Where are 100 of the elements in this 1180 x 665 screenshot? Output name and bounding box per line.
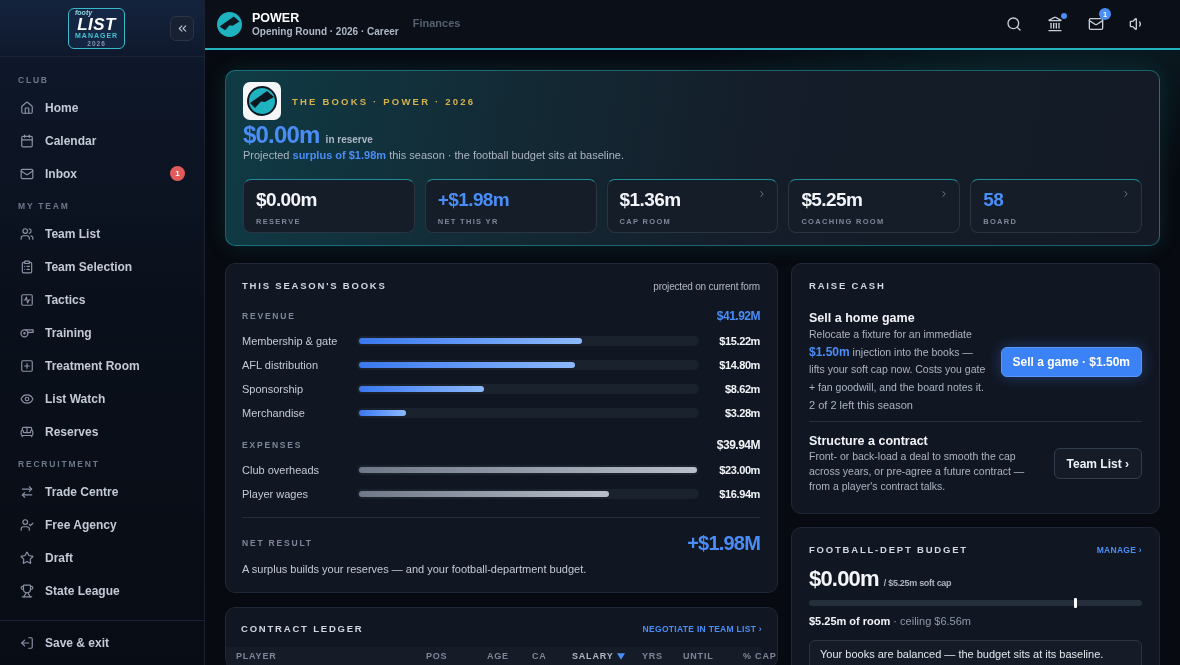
plus-icon xyxy=(20,358,34,373)
books-summary-text: Projected surplus of $1.98m this season · the football budget sits at baseline. xyxy=(243,148,625,162)
group-title: EXPENSES xyxy=(242,440,303,450)
panel-title: RAISE CASH xyxy=(809,280,886,292)
save-exit-item[interactable]: Save & exit xyxy=(0,620,204,665)
user-check-icon xyxy=(20,517,34,532)
nav-item[interactable]: Reserves xyxy=(0,415,204,448)
line-item-label: Membership & gate xyxy=(242,335,339,347)
sort-down-icon xyxy=(617,652,626,660)
line-item-value: $8.62m xyxy=(724,383,760,395)
line-item-label: Club overheads xyxy=(242,464,321,476)
line-item-label: Sponsorship xyxy=(242,383,305,395)
nav-item[interactable]: List Watch xyxy=(0,382,204,415)
column-header[interactable]: PLAYER xyxy=(236,651,277,661)
search-button[interactable] xyxy=(1006,16,1022,32)
column-header[interactable]: % CAP xyxy=(743,651,777,661)
line-item-label: Player wages xyxy=(242,488,310,500)
nav-item-label: Home xyxy=(45,100,79,115)
panel-title: THIS SEASON'S BOOKS xyxy=(242,280,387,292)
line-item-value: $14.80m xyxy=(718,359,760,371)
negotiate-link[interactable]: NEGOTIATE IN TEAM LIST › xyxy=(642,624,762,634)
nav-item[interactable]: Training xyxy=(0,316,204,349)
sell-game-button[interactable]: Sell a game · $1.50m xyxy=(1000,346,1142,377)
budget-amount: $0.00m xyxy=(809,565,879,593)
stat-value: 58 xyxy=(983,189,1005,211)
eye-icon xyxy=(20,391,34,406)
column-header[interactable]: YRS xyxy=(642,651,663,661)
nav-item[interactable]: Trade Centre xyxy=(0,475,204,508)
logo-wordmark: LIST xyxy=(77,16,116,32)
panel-title: FOOTBALL-DEPT BUDGET xyxy=(809,544,968,556)
group-total: $41.92M xyxy=(716,309,760,323)
panel-note: projected on current form xyxy=(653,280,760,292)
nav-item-label: Tactics xyxy=(45,292,86,307)
line-item-value: $16.94m xyxy=(718,488,760,500)
books-footnote: A surplus builds your reserves — and your football-department budget. xyxy=(242,563,588,576)
team-list-button[interactable]: Team List › xyxy=(1053,448,1142,479)
club-logo-tile xyxy=(243,82,281,120)
reserve-amount: $0.00m xyxy=(243,122,320,148)
nav-item-label: List Watch xyxy=(45,391,106,406)
envelope-icon xyxy=(1088,16,1104,32)
nav-item[interactable]: Draft xyxy=(0,541,204,574)
nav-item-label: Team List xyxy=(45,226,101,241)
nav-item[interactable]: Treatment Room xyxy=(0,349,204,382)
collapse-sidebar-button[interactable] xyxy=(170,15,194,41)
nav-item[interactable]: State League xyxy=(0,574,204,607)
season-subtitle: Opening Round · 2026 · Career xyxy=(252,24,399,38)
search-icon xyxy=(1006,16,1022,32)
nav-item-label: Training xyxy=(45,325,92,340)
option-description: Front- or back-load a deal to smooth the cap across years, or pre-agree a future contract — from a player's contract talks. xyxy=(809,449,1026,494)
nav-item[interactable]: Tactics xyxy=(0,283,204,316)
activity-icon xyxy=(20,292,34,307)
bank-icon xyxy=(1047,16,1063,32)
column-header[interactable]: POS xyxy=(426,651,448,661)
sofa-icon xyxy=(20,424,34,439)
nav-item[interactable]: Inbox 1 xyxy=(0,157,204,190)
option-description: Relocate a fixture for an immediate $1.50m injection into the books — lifts your soft cap now. Costs you gate + fan goodwill, and the board notes it. xyxy=(809,327,987,395)
column-header[interactable]: UNTIL xyxy=(683,651,714,661)
nav-item-label: Team Selection xyxy=(45,259,133,274)
club-logo xyxy=(217,11,242,37)
page-title: Finances xyxy=(412,17,461,29)
nav-item[interactable]: Team Selection xyxy=(0,250,204,283)
stat-value: +$1.98m xyxy=(437,189,510,211)
nav-item-label: Reserves xyxy=(45,424,99,439)
budget-message: Your books are balanced — the budget sits at its baseline. xyxy=(809,640,1142,665)
users-icon xyxy=(20,226,34,241)
star-icon xyxy=(20,550,34,565)
panel-title: CONTRACT LEDGER xyxy=(241,623,364,635)
nav-item[interactable]: Free Agency xyxy=(0,508,204,541)
option-note: 2 of 2 left this season xyxy=(809,398,914,413)
soft-cap-label: / $5.25m soft cap xyxy=(883,578,952,588)
column-header[interactable]: SALARY xyxy=(572,651,626,661)
nav-item-label: Calendar xyxy=(45,133,97,148)
nav-item-label: Inbox xyxy=(45,166,77,181)
line-item-label: Merchandise xyxy=(242,407,306,419)
nav-item-label: Trade Centre xyxy=(45,484,119,499)
line-item-value: $23.00m xyxy=(718,464,760,476)
option-title: Sell a home game xyxy=(809,310,916,326)
stat-value: $5.25m xyxy=(801,189,864,211)
nav-item[interactable]: Calendar xyxy=(0,124,204,157)
budget-room-text: $5.25m of room · ceiling $6.56m xyxy=(809,615,973,627)
trophy-icon xyxy=(20,583,34,598)
calendar-icon xyxy=(20,133,34,148)
net-result-value: +$1.98M xyxy=(687,531,760,555)
group-total: $39.94M xyxy=(716,438,760,452)
line-item-value: $15.22m xyxy=(718,335,760,347)
line-item-value: $3.28m xyxy=(724,407,760,419)
nav-item-label: Treatment Room xyxy=(45,358,140,373)
nav-item[interactable]: Home xyxy=(0,91,204,124)
nav-section-title: MY TEAM xyxy=(17,200,71,213)
column-header[interactable]: AGE xyxy=(487,651,509,661)
nav-item[interactable]: Team List xyxy=(0,217,204,250)
club-name: POWER xyxy=(252,10,301,25)
reserve-amount-label: in reserve xyxy=(325,134,373,145)
line-item-label: AFL distribution xyxy=(242,359,320,371)
unread-count-badge: 1 xyxy=(170,166,185,181)
chevron-right-icon xyxy=(1121,189,1131,199)
column-header[interactable]: CA xyxy=(532,651,547,661)
manage-link[interactable]: MANAGE › xyxy=(1096,545,1142,555)
save-exit-label: Save & exit xyxy=(45,636,110,650)
nav-section-title: CLUB xyxy=(17,74,50,87)
